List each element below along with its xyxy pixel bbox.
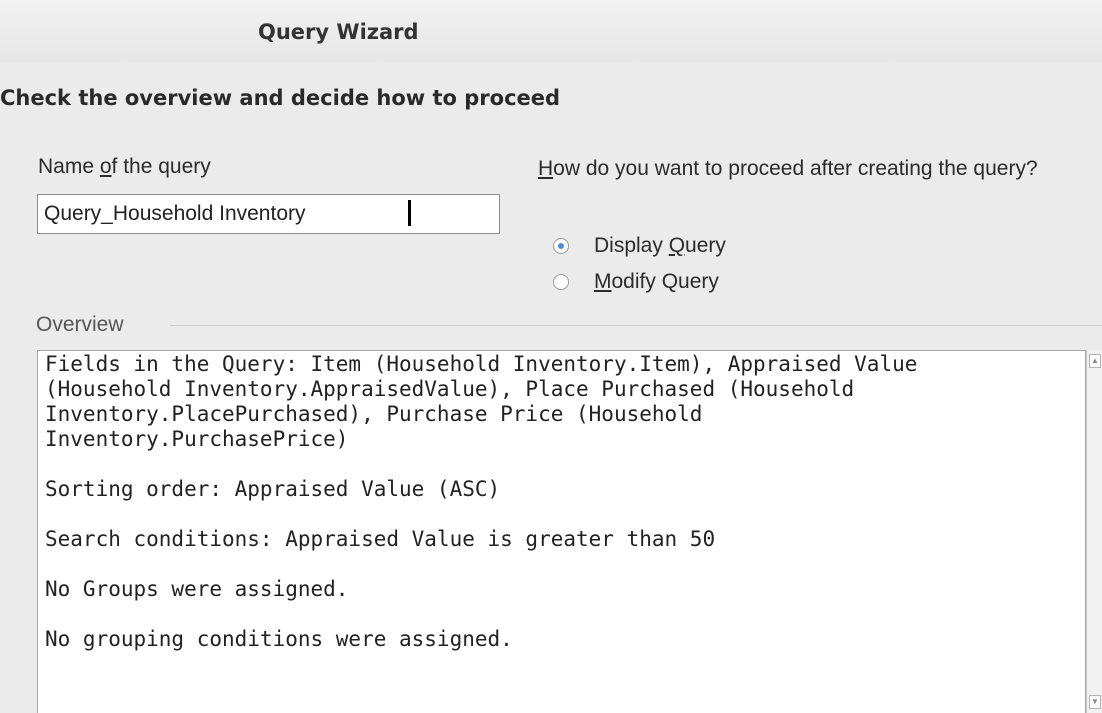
display-query-label[interactable]: Display Query: [594, 234, 726, 258]
query-name-input[interactable]: [37, 194, 500, 234]
display-query-option[interactable]: Display Query: [553, 232, 726, 260]
proceed-question-label: How do you want to proceed after creatin…: [538, 155, 1098, 183]
display-query-radio[interactable]: [553, 238, 569, 254]
step-heading: Check the overview and decide how to pro…: [0, 86, 561, 110]
display-query-label-pre: Display: [594, 234, 669, 257]
modify-query-label-mnemonic: M: [594, 270, 612, 293]
overview-text: Fields in the Query: Item (Household Inv…: [45, 352, 918, 651]
overview-divider: [170, 325, 1102, 326]
title-bar: Query Wizard: [0, 0, 1102, 62]
display-query-label-mnemonic: Q: [668, 234, 686, 257]
proceed-label-post: ow do you want to proceed after creating…: [553, 157, 1038, 180]
overview-scrollbar[interactable]: ▲ ▼: [1086, 350, 1102, 713]
overview-textarea[interactable]: Fields in the Query: Item (Household Inv…: [37, 350, 1086, 713]
query-name-label-pre: Name: [38, 155, 100, 178]
query-name-label-mnemonic: o: [99, 155, 112, 178]
query-name-label: Name of the query: [38, 155, 211, 179]
display-query-label-post: uery: [685, 234, 726, 257]
overview-legend: Overview: [36, 313, 124, 336]
text-caret: [408, 200, 411, 226]
modify-query-option[interactable]: Modify Query: [553, 268, 719, 296]
modify-query-label-post: odify Query: [611, 270, 719, 293]
modify-query-label[interactable]: Modify Query: [594, 270, 719, 294]
modify-query-radio[interactable]: [553, 274, 569, 290]
chevron-up-icon[interactable]: ▲: [1089, 354, 1101, 368]
query-name-label-post: f the query: [111, 155, 211, 178]
window-title: Query Wizard: [258, 20, 419, 44]
chevron-down-icon[interactable]: ▼: [1089, 695, 1101, 709]
proceed-label-mnemonic: H: [538, 157, 554, 180]
